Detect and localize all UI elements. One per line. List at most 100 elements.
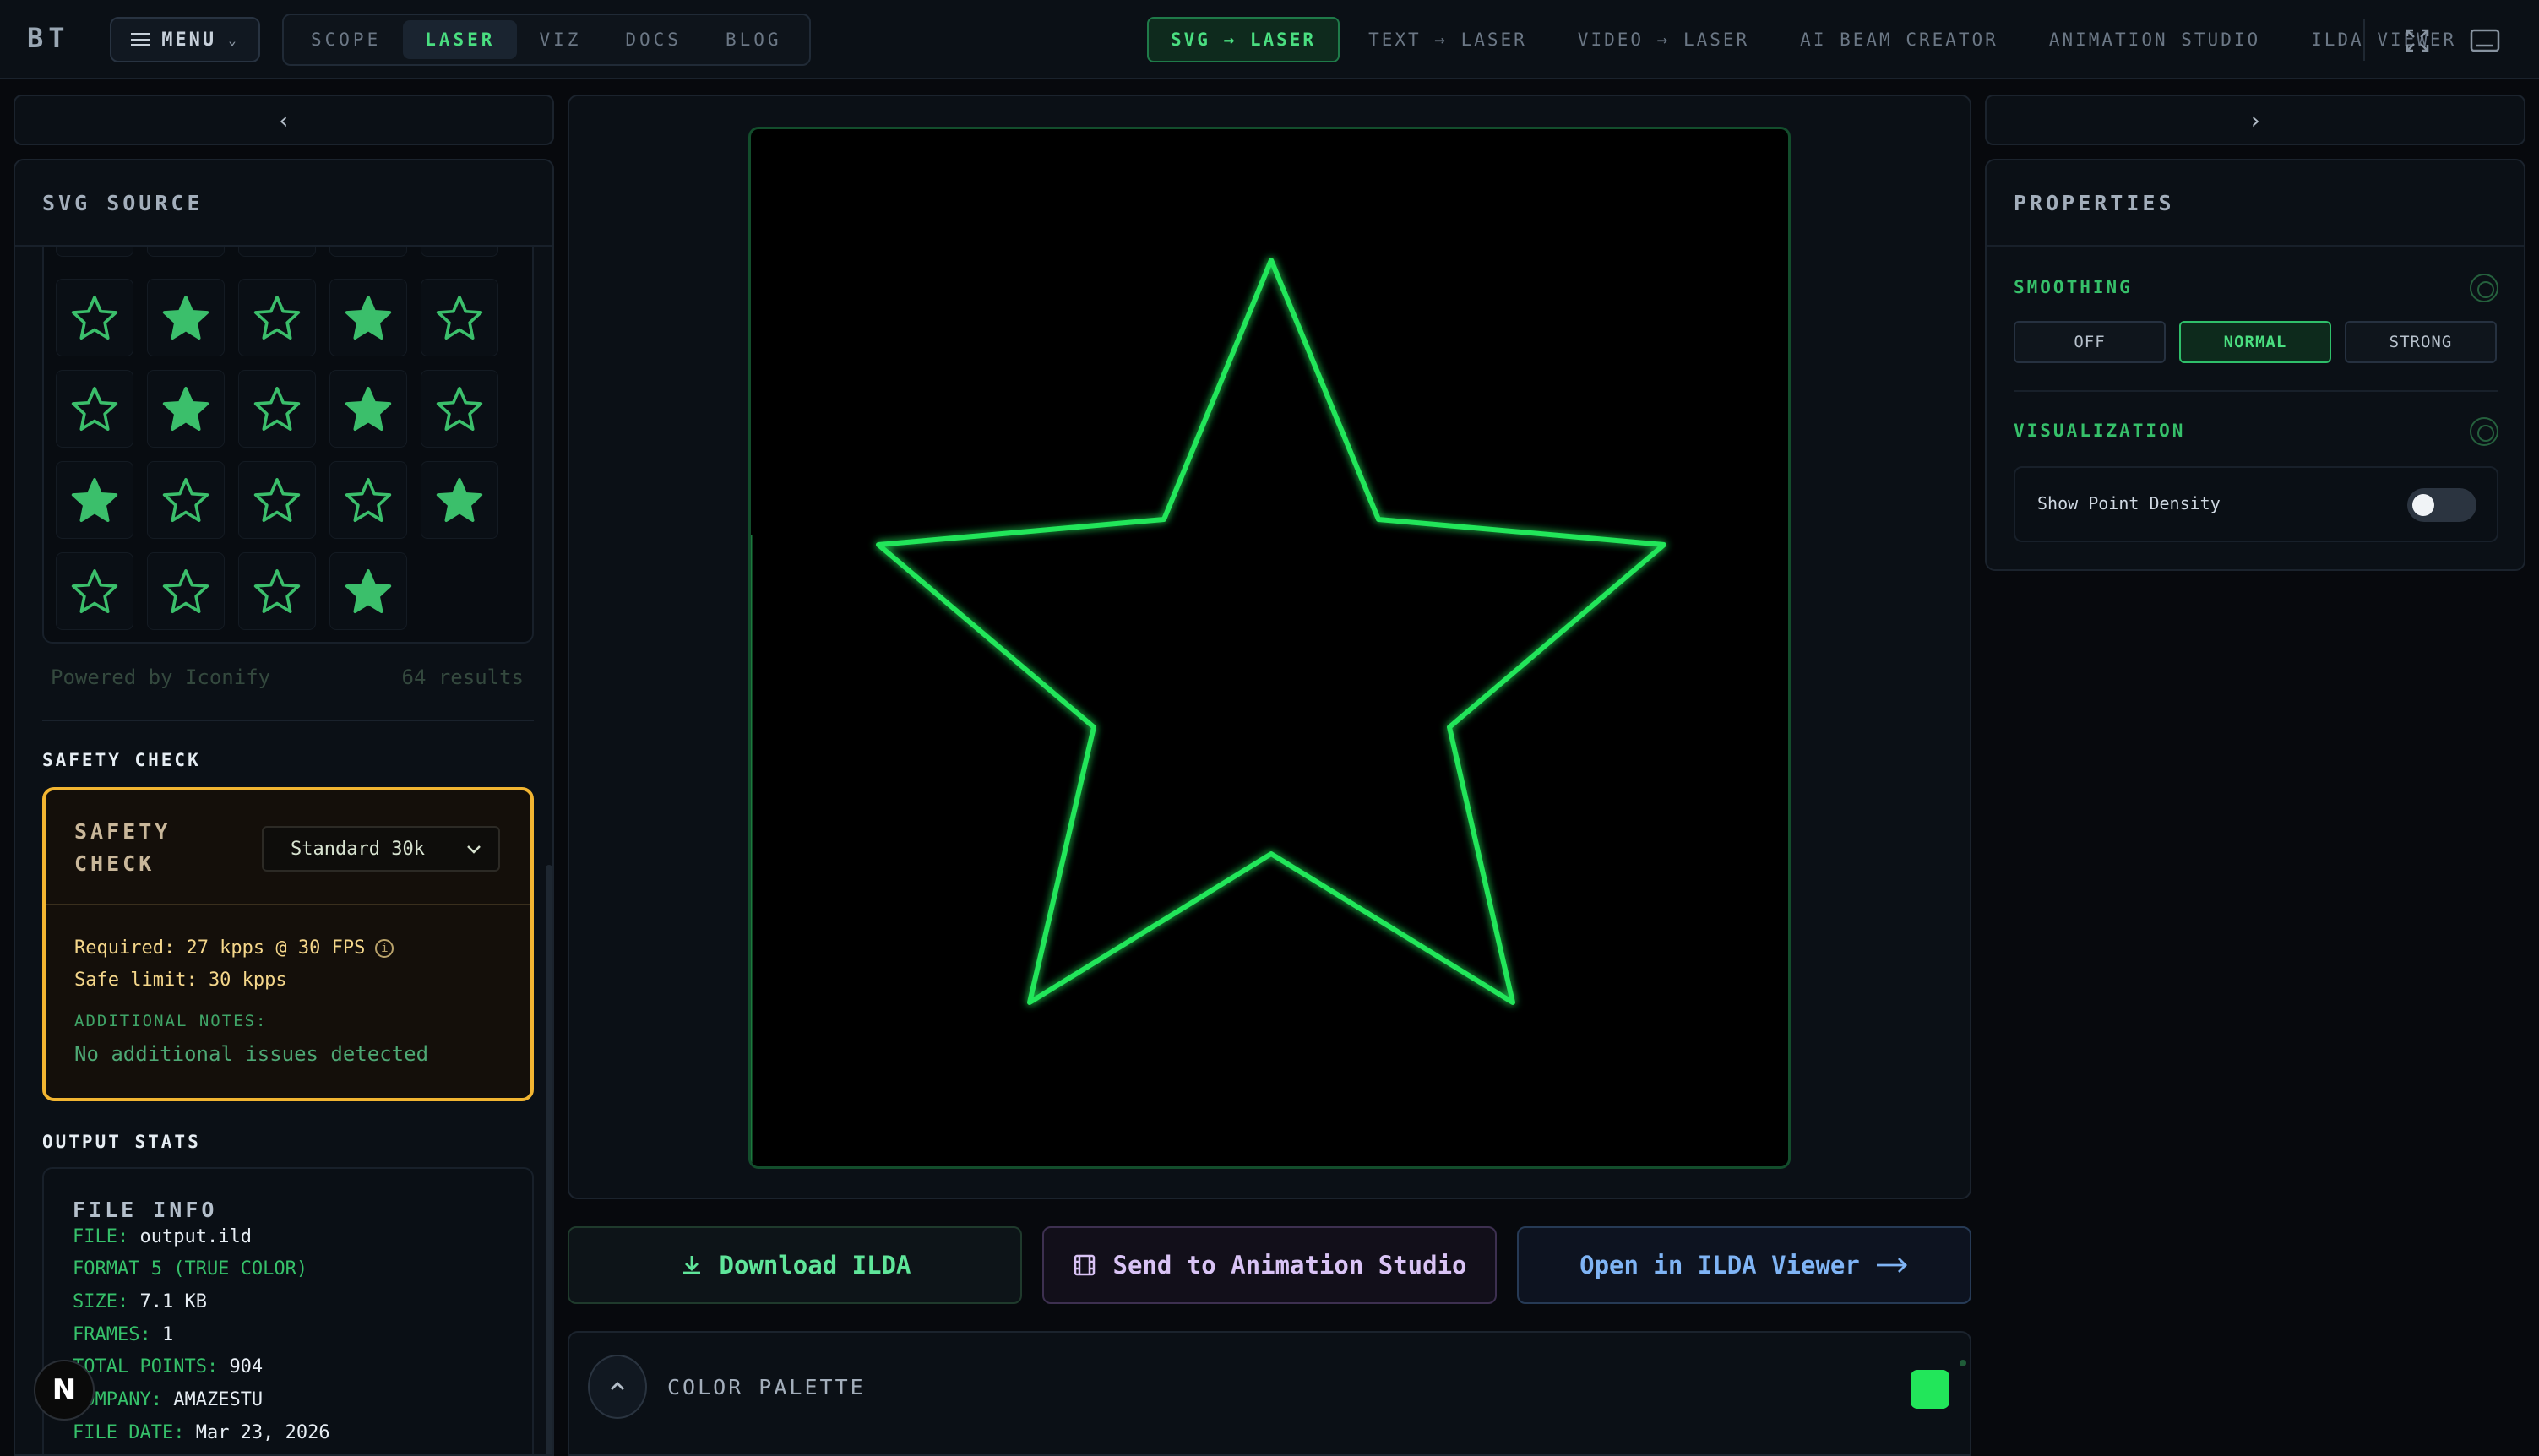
toggle-knob bbox=[2412, 494, 2434, 516]
star-beam-path bbox=[876, 258, 1666, 1005]
safety-title-line2: CHECK bbox=[74, 851, 155, 876]
star-icon bbox=[71, 569, 118, 613]
star-icon bbox=[162, 296, 209, 340]
tab-scope[interactable]: SCOPE bbox=[289, 20, 403, 59]
send-to-animation-studio-label: Send to Animation Studio bbox=[1112, 1251, 1467, 1279]
fullscreen-button[interactable] bbox=[2399, 22, 2436, 59]
star-icon bbox=[162, 569, 209, 613]
show-point-density-toggle[interactable] bbox=[2407, 488, 2476, 522]
icon-result-star[interactable] bbox=[421, 279, 498, 356]
icon-result-partial[interactable] bbox=[147, 247, 225, 257]
mode-animation-studio[interactable]: ANIMATION STUDIO bbox=[2027, 17, 2282, 62]
show-point-density-row: Show Point Density bbox=[2014, 466, 2498, 542]
star-icon bbox=[253, 387, 301, 431]
required-rate-text: Required: 27 kpps @ 30 FPS bbox=[74, 937, 366, 959]
smoothing-off-button[interactable]: OFF bbox=[2014, 321, 2166, 363]
app-badge[interactable]: N bbox=[34, 1360, 95, 1421]
safety-check-card: SAFETY CHECK Standard 30k Required: 27 k… bbox=[42, 787, 534, 1101]
chevron-left-icon: ‹ bbox=[276, 106, 291, 134]
palette-expand-button[interactable] bbox=[588, 1355, 647, 1419]
star-beam-preview bbox=[751, 258, 1666, 1166]
safety-check-card-title: SAFETY CHECK bbox=[74, 816, 171, 880]
mode-svg-to-laser[interactable]: SVG → LASER bbox=[1147, 17, 1340, 62]
safety-profile-select[interactable]: Standard 30k bbox=[262, 826, 500, 872]
expand-icon bbox=[2406, 29, 2429, 52]
icon-result-star[interactable] bbox=[238, 279, 316, 356]
mode-video-to-laser[interactable]: VIDEO → LASER bbox=[1556, 17, 1771, 62]
mode-tabs: SVG → LASER TEXT → LASER VIDEO → LASER A… bbox=[1147, 17, 2478, 62]
smoothing-normal-button[interactable]: NORMAL bbox=[2179, 321, 2331, 363]
color-palette-label: COLOR PALETTE bbox=[667, 1375, 866, 1399]
icon-result-star[interactable] bbox=[147, 552, 225, 630]
icon-result-star[interactable] bbox=[238, 461, 316, 539]
target-icon[interactable] bbox=[2470, 417, 2498, 446]
icon-results-grid bbox=[42, 247, 534, 644]
icon-result-star[interactable] bbox=[329, 279, 407, 356]
left-panel-scrollbar[interactable] bbox=[546, 865, 552, 1454]
left-collapse-button[interactable]: ‹ bbox=[14, 95, 554, 145]
section-divider bbox=[42, 720, 534, 721]
powered-by-label: Powered by Iconify bbox=[51, 666, 271, 689]
chevron-down-icon: ⌄ bbox=[228, 31, 239, 48]
icon-result-partial[interactable] bbox=[238, 247, 316, 257]
app-logo[interactable]: BT bbox=[27, 22, 70, 54]
svg-source-title: SVG SOURCE bbox=[42, 191, 204, 215]
required-rate: Required: 27 kpps @ 30 FPS i bbox=[74, 937, 394, 959]
target-icon[interactable] bbox=[2470, 274, 2498, 302]
stat-frames: FRAMES: 1 bbox=[73, 1324, 174, 1345]
tab-blog[interactable]: BLOG bbox=[704, 20, 804, 59]
icon-result-partial[interactable] bbox=[421, 247, 498, 257]
output-stats-heading: OUTPUT STATS bbox=[42, 1132, 201, 1152]
additional-notes-label: ADDITIONAL NOTES: bbox=[74, 1012, 268, 1030]
icon-result-star[interactable] bbox=[238, 552, 316, 630]
tab-laser[interactable]: LASER bbox=[403, 20, 518, 59]
smoothing-strong-button[interactable]: STRONG bbox=[2345, 321, 2497, 363]
star-icon bbox=[345, 569, 392, 613]
icon-result-star[interactable] bbox=[421, 370, 498, 448]
menu-button[interactable]: MENU ⌄ bbox=[110, 17, 260, 62]
send-to-animation-studio-button[interactable]: Send to Animation Studio bbox=[1042, 1226, 1497, 1304]
laser-preview-canvas[interactable] bbox=[748, 127, 1791, 1169]
icon-result-star[interactable] bbox=[421, 461, 498, 539]
stat-format: FORMAT 5 (TRUE COLOR) bbox=[73, 1258, 308, 1279]
open-in-ilda-viewer-label: Open in ILDA Viewer bbox=[1579, 1251, 1860, 1279]
file-info-title: FILE INFO bbox=[73, 1198, 218, 1222]
stat-file: FILE: output.ild bbox=[73, 1226, 252, 1247]
icon-result-star[interactable] bbox=[56, 552, 133, 630]
palette-swatch-green[interactable] bbox=[1911, 1370, 1949, 1409]
mode-ai-beam-creator[interactable]: AI BEAM CREATOR bbox=[1778, 17, 2020, 62]
swatch-indicator-dot bbox=[1960, 1360, 1966, 1366]
info-icon[interactable]: i bbox=[375, 939, 394, 958]
icon-result-partial[interactable] bbox=[56, 247, 133, 257]
icon-result-star[interactable] bbox=[329, 461, 407, 539]
open-in-ilda-viewer-button[interactable]: Open in ILDA Viewer bbox=[1517, 1226, 1971, 1304]
icon-result-star[interactable] bbox=[329, 370, 407, 448]
color-palette-bar: COLOR PALETTE bbox=[568, 1331, 1971, 1456]
icon-result-star[interactable] bbox=[147, 370, 225, 448]
icon-result-star[interactable] bbox=[147, 279, 225, 356]
visualization-label: VISUALIZATION bbox=[2014, 421, 2186, 441]
right-collapse-button[interactable]: › bbox=[1985, 95, 2525, 145]
display-button[interactable] bbox=[2466, 22, 2504, 59]
mode-ilda-viewer[interactable]: ILDA VIEWER bbox=[2289, 17, 2478, 62]
section-divider bbox=[2014, 390, 2498, 392]
star-icon bbox=[436, 296, 483, 340]
star-icon bbox=[162, 387, 209, 431]
tab-viz[interactable]: VIZ bbox=[517, 20, 603, 59]
star-icon bbox=[436, 387, 483, 431]
icon-result-star[interactable] bbox=[238, 370, 316, 448]
stat-company: COMPANY: AMAZESTU bbox=[73, 1389, 264, 1410]
icon-result-star[interactable] bbox=[56, 370, 133, 448]
star-icon bbox=[345, 387, 392, 431]
mode-text-to-laser[interactable]: TEXT → LASER bbox=[1346, 17, 1549, 62]
download-ilda-button[interactable]: Download ILDA bbox=[568, 1226, 1022, 1304]
star-icon bbox=[253, 569, 301, 613]
hamburger-icon bbox=[131, 33, 150, 46]
tab-docs[interactable]: DOCS bbox=[603, 20, 704, 59]
icon-result-star[interactable] bbox=[147, 461, 225, 539]
chevron-up-icon bbox=[611, 1382, 624, 1390]
icon-result-star[interactable] bbox=[56, 279, 133, 356]
icon-result-star[interactable] bbox=[56, 461, 133, 539]
icon-result-partial[interactable] bbox=[329, 247, 407, 257]
icon-result-star[interactable] bbox=[329, 552, 407, 630]
